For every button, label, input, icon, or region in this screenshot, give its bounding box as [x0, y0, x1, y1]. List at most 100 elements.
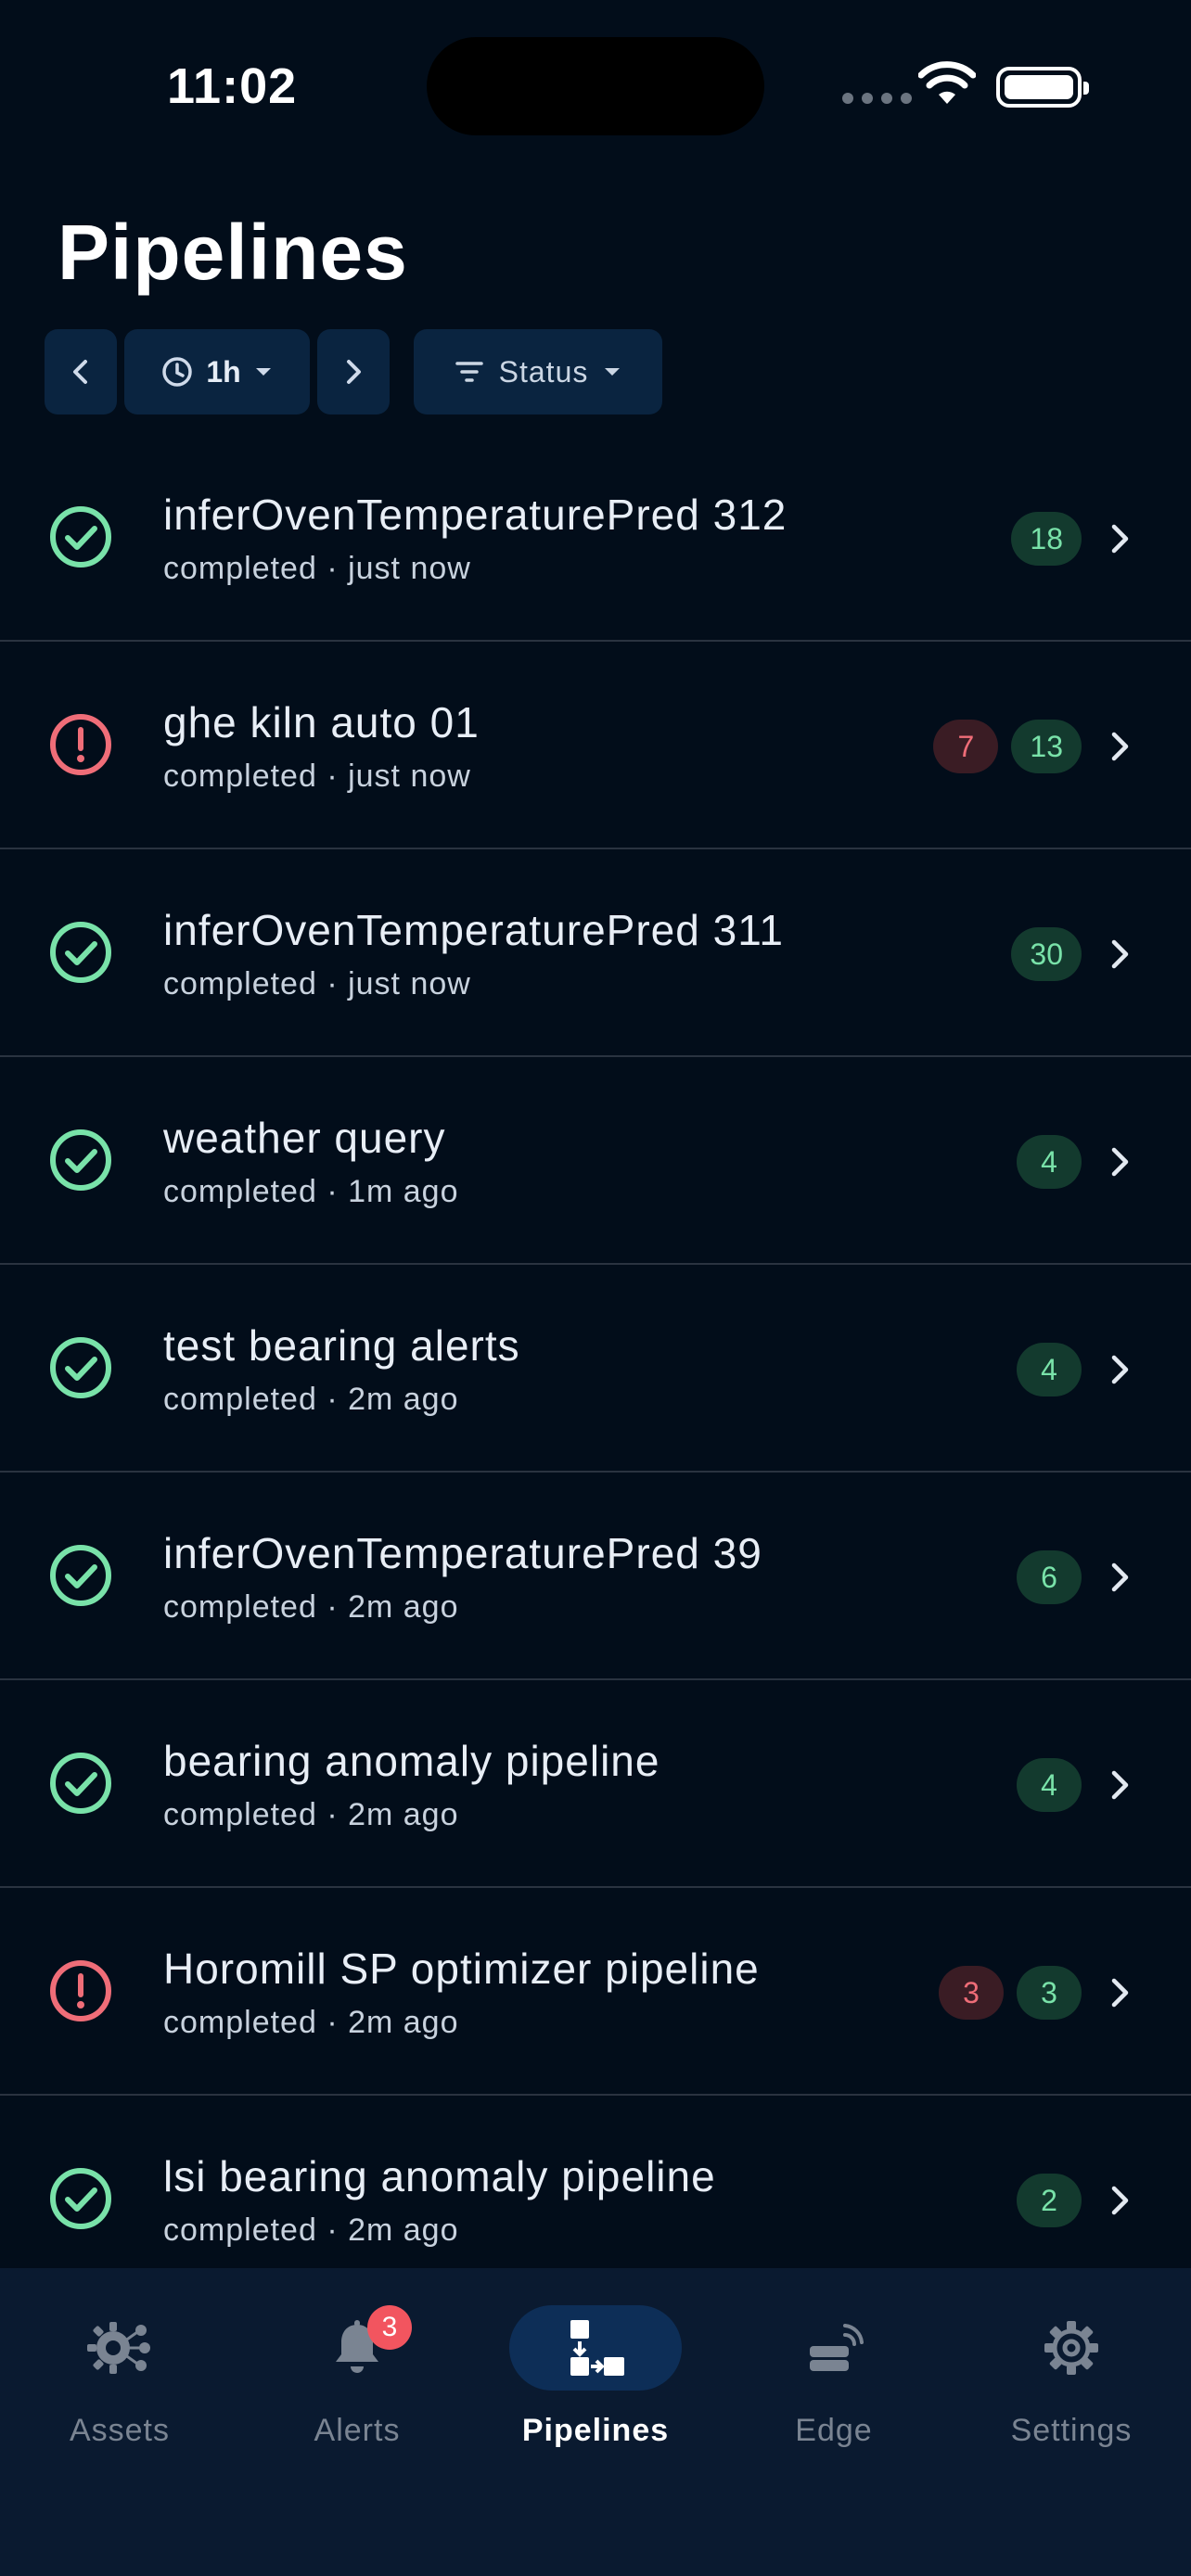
tab-label: Settings	[1010, 2413, 1133, 2448]
pipeline-meta: completed · 2m ago	[163, 1797, 459, 1832]
tab-pipelines[interactable]: Pipelines	[503, 2305, 688, 2491]
pipeline-badges: 18	[1011, 512, 1082, 566]
time-range-dropdown[interactable]: 1h	[124, 329, 310, 414]
pipeline-meta: completed · 2m ago	[163, 2213, 459, 2248]
pipeline-row[interactable]: inferOvenTemperaturePred 311 completed ·…	[0, 849, 1191, 1057]
success-count-badge: 6	[1017, 1550, 1082, 1604]
success-count-badge: 18	[1011, 512, 1082, 566]
pipeline-name: weather query	[163, 1114, 446, 1162]
pipeline-meta: completed · 2m ago	[163, 1382, 459, 1417]
edge-device-icon	[810, 2324, 864, 2371]
pipeline-meta: completed · just now	[163, 551, 471, 586]
pipeline-meta: completed · just now	[163, 759, 471, 794]
success-status-icon	[48, 1128, 113, 1192]
dynamic-island	[427, 37, 764, 135]
chevron-right-icon	[1111, 1355, 1129, 1384]
success-status-icon	[48, 1543, 113, 1608]
pipeline-row[interactable]: bearing anomaly pipeline completed · 2m …	[0, 1680, 1191, 1888]
error-count-badge: 7	[933, 720, 999, 773]
tab-assets[interactable]: Assets	[27, 2305, 212, 2491]
pipeline-name: test bearing alerts	[163, 1321, 520, 1370]
gear-icon	[1044, 2321, 1098, 2375]
page-title: Pipelines	[58, 209, 408, 296]
pipeline-badges: 4	[1017, 1343, 1082, 1396]
pipeline-name: inferOvenTemperaturePred 312	[163, 491, 788, 539]
next-range-button[interactable]	[317, 329, 390, 414]
chevron-right-icon	[1111, 939, 1129, 969]
pipeline-name: Horomill SP optimizer pipeline	[163, 1945, 760, 1993]
success-count-badge: 4	[1017, 1343, 1082, 1396]
status-filter-dropdown[interactable]: Status	[414, 329, 662, 414]
pipeline-name: ghe kiln auto 01	[163, 698, 480, 746]
tab-edge[interactable]: Edge	[741, 2305, 927, 2491]
chevron-right-icon	[347, 360, 361, 384]
success-status-icon	[48, 1335, 113, 1400]
filter-bar: 1h Status	[45, 329, 662, 414]
tab-label: Assets	[69, 2413, 171, 2448]
error-status-icon	[48, 1958, 113, 2023]
chevron-right-icon	[1111, 1562, 1129, 1592]
chevron-right-icon	[1111, 1770, 1129, 1800]
success-count-badge: 2	[1017, 2174, 1082, 2227]
chevron-right-icon	[1111, 1147, 1129, 1177]
assets-gear-icon	[87, 2322, 150, 2374]
pipeline-list: inferOvenTemperaturePred 312 completed ·…	[0, 434, 1191, 2303]
chevron-right-icon	[1111, 524, 1129, 554]
pipeline-meta: completed · 2m ago	[163, 1589, 459, 1625]
success-count-badge: 30	[1011, 927, 1082, 981]
error-status-icon	[48, 712, 113, 777]
tab-settings[interactable]: Settings	[979, 2305, 1164, 2491]
pipeline-badges: 33	[939, 1966, 1082, 2020]
pipeline-meta: completed · just now	[163, 966, 471, 1001]
chevron-right-icon	[1111, 1978, 1129, 2008]
caret-down-icon	[605, 368, 621, 376]
tab-alerts[interactable]: 3 Alerts	[264, 2305, 450, 2491]
pipeline-badges: 7 13	[933, 720, 1082, 773]
pipeline-name: inferOvenTemperaturePred 311	[163, 906, 784, 954]
pipeline-badges: 6	[1017, 1550, 1082, 1604]
pipeline-row[interactable]: inferOvenTemperaturePred 312 completed ·…	[0, 434, 1191, 642]
pipeline-row[interactable]: test bearing alerts completed · 2m ago 4	[0, 1265, 1191, 1473]
pipeline-name: lsi bearing anomaly pipeline	[163, 2152, 716, 2200]
pipelines-icon	[570, 2320, 624, 2376]
status-time: 11:02	[167, 58, 298, 114]
time-range-label: 1h	[206, 354, 241, 389]
battery-icon	[996, 67, 1089, 108]
pipeline-badges: 4	[1017, 1135, 1082, 1189]
pipeline-badges: 30	[1011, 927, 1082, 981]
pipeline-name: bearing anomaly pipeline	[163, 1737, 660, 1785]
pipeline-meta: completed · 1m ago	[163, 1174, 459, 1209]
pipeline-meta: completed · 2m ago	[163, 2005, 459, 2040]
success-count-badge: 4	[1017, 1758, 1082, 1812]
filter-icon	[455, 362, 483, 382]
alerts-count-badge: 3	[367, 2305, 412, 2350]
chevron-right-icon	[1111, 2186, 1129, 2215]
bottom-tab-bar: Assets 3 Alerts Pipelines Edge Settings	[0, 2268, 1191, 2576]
success-count-badge: 4	[1017, 1135, 1082, 1189]
pipeline-row[interactable]: inferOvenTemperaturePred 39 completed · …	[0, 1473, 1191, 1680]
success-count-badge: 13	[1011, 720, 1082, 773]
pipeline-name: inferOvenTemperaturePred 39	[163, 1529, 762, 1577]
pipeline-badges: 4	[1017, 1758, 1082, 1812]
tab-label: Alerts	[314, 2413, 401, 2448]
success-count-badge: 3	[1017, 1966, 1082, 2020]
status-bar: 11:02	[0, 0, 1191, 176]
pipeline-badges: 2	[1017, 2174, 1082, 2227]
pipeline-row[interactable]: ghe kiln auto 01 completed · just now 71…	[0, 642, 1191, 849]
success-status-icon	[48, 504, 113, 569]
chevron-left-icon	[73, 360, 87, 384]
caret-down-icon	[255, 368, 271, 376]
pipeline-row[interactable]: weather query completed · 1m ago 4	[0, 1057, 1191, 1265]
tab-label: Edge	[795, 2413, 873, 2448]
success-status-icon	[48, 2166, 113, 2231]
tab-label: Pipelines	[521, 2413, 670, 2448]
pipeline-row[interactable]: Horomill SP optimizer pipeline completed…	[0, 1888, 1191, 2096]
clock-icon	[162, 357, 193, 387]
cellular-signal-icon	[842, 93, 912, 104]
error-count-badge: 3	[939, 1966, 1004, 2020]
chevron-right-icon	[1111, 732, 1129, 761]
previous-range-button[interactable]	[45, 329, 117, 414]
success-status-icon	[48, 1751, 113, 1816]
wifi-icon	[917, 61, 977, 110]
status-filter-label: Status	[498, 354, 589, 389]
